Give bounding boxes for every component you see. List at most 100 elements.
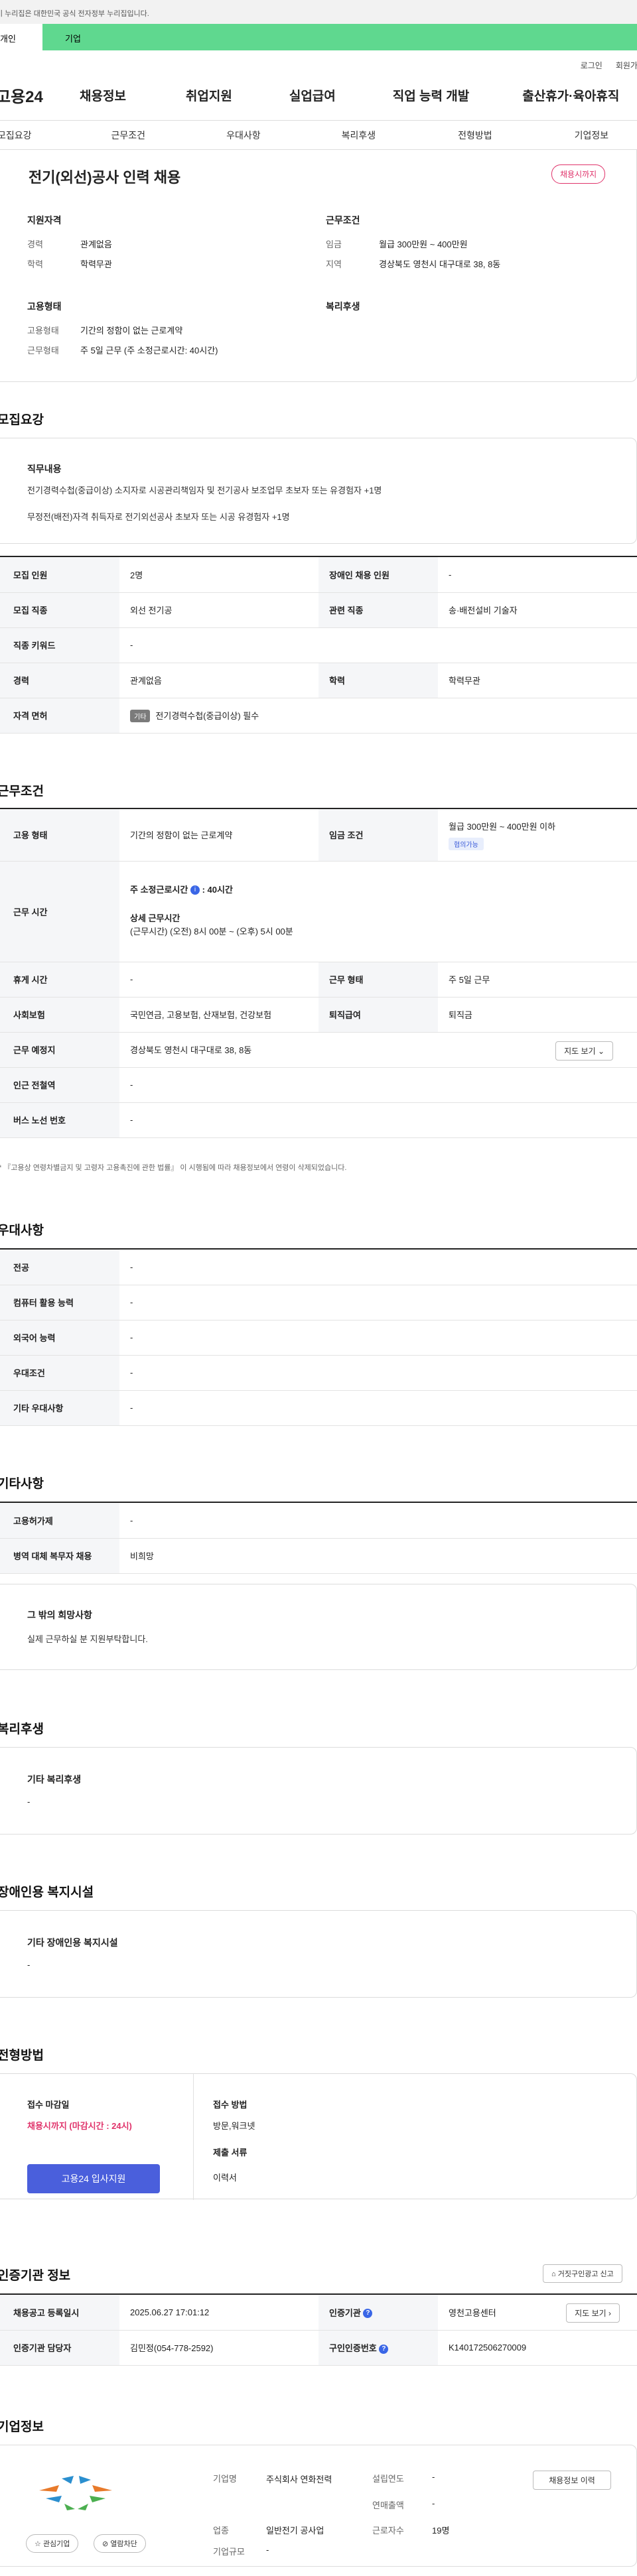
snb-recruit[interactable]: 모집요강 <box>0 129 32 142</box>
table-header: 기타 우대사항 <box>0 1390 119 1426</box>
select-box: 접수 마감일 채용시까지 (마감시간 : 24시) 고용24 입사지원 접수 방… <box>0 2073 637 2200</box>
table-cell: - <box>119 1067 637 1103</box>
work-form-label: 근무형태 <box>27 346 59 355</box>
map-button[interactable]: 지도 보기 ⌄ <box>555 1041 613 1061</box>
wage-condition-value: 월급 300만원 ~ 400만원 이하 <box>449 821 556 832</box>
work-section-title: 근무조건 <box>0 785 44 799</box>
table-header: 임금 조건 <box>318 809 438 862</box>
block-icon: ⊘ <box>102 2540 109 2548</box>
snb-benefit[interactable]: 복리후생 <box>342 129 376 142</box>
info-icon[interactable]: ? <box>363 2309 373 2319</box>
disab-section-title: 장애인용 복지시설 <box>0 1886 94 1900</box>
table-cell: K140172506270009 <box>438 2330 637 2366</box>
table-header: 전공 <box>0 1250 119 1285</box>
user-type-tabs: 개인 기업 <box>0 24 637 50</box>
table-cell: 외선 전기공 <box>119 592 318 628</box>
nav-parental-leave[interactable]: 출산휴가·육아휴직 <box>522 86 619 104</box>
table-row: 우대조건 - <box>0 1355 637 1391</box>
etc-section-title: 기타사항 <box>0 1477 44 1491</box>
table-cell: 경상북도 영천시 대구대로 38, 8동 지도 보기 ⌄ <box>119 1032 637 1068</box>
tab-company[interactable]: 기업 <box>42 24 109 50</box>
table-cell: - <box>119 1320 637 1356</box>
table-header: 고용 형태 <box>0 809 119 862</box>
table-row: 기타 우대사항 - <box>0 1390 637 1426</box>
join-link[interactable]: 회원가입 <box>616 60 637 70</box>
table-cell: - <box>119 1503 637 1539</box>
table-cell: - <box>119 962 318 998</box>
info-icon[interactable]: i <box>190 885 200 895</box>
table-cell: - <box>119 1250 637 1285</box>
star-icon: ☆ <box>35 2540 41 2548</box>
cert-label: 구인인증번호 <box>329 2343 377 2353</box>
nav-vocational-training[interactable]: 직업 능력 개발 <box>393 86 469 104</box>
table-header: 근무 형태 <box>318 962 438 998</box>
hope-value: 실제 근무하실 분 지원부탁합니다. <box>27 1634 148 1644</box>
method-label: 접수 방법 <box>213 2100 248 2110</box>
site-logo[interactable]: 고용24 <box>0 84 49 107</box>
table-header: 자격 면허 <box>0 698 119 734</box>
table-header: 인증기관 ? <box>318 2295 438 2331</box>
table-header: 구인인증번호 ? <box>318 2330 438 2366</box>
docs-label: 제출 서류 <box>213 2148 248 2157</box>
agency-map-button[interactable]: 지도 보기 › <box>566 2303 620 2323</box>
table-row: 병역 대체 복무자 채용 비희망 <box>0 1538 637 1574</box>
table-cell: - <box>119 1102 637 1138</box>
table-row: 직종 키워드 - <box>0 627 637 663</box>
login-link[interactable]: 로그인 <box>581 60 602 70</box>
hours-detail-title: 상세 근무시간 <box>130 913 180 923</box>
hiring-history-label: 채용정보 이력 <box>549 2476 595 2485</box>
home-icon: ⌂ <box>551 2270 556 2278</box>
table-row: 외국어 능력 - <box>0 1320 637 1356</box>
report-button[interactable]: ⌂ 거짓구인광고 신고 <box>543 2264 622 2283</box>
table-row: 휴게 시간 - 근무 형태 주 5일 근무 <box>0 962 637 998</box>
apply-button[interactable]: 고용24 입사지원 <box>27 2164 160 2193</box>
table-header: 모집 인원 <box>0 557 119 593</box>
table-header: 우대조건 <box>0 1355 119 1391</box>
work-location-value: 경상북도 영천시 대구대로 38, 8동 <box>130 1045 252 1055</box>
hiring-history-button[interactable]: 채용정보 이력 <box>533 2471 611 2490</box>
company-name-value: 주식회사 연화전력 <box>266 2475 332 2484</box>
table-cell: 송·배전설비 기술자 <box>438 592 637 628</box>
table-cell: 기간의 정함이 없는 근로계약 <box>119 809 318 862</box>
block-view-button[interactable]: ⊘ 열람차단 <box>94 2534 146 2553</box>
table-cell: 국민연금, 고용보험, 산재보험, 건강보험 <box>119 997 318 1033</box>
snb-pref[interactable]: 우대사항 <box>226 129 261 142</box>
favorite-company-button[interactable]: ☆ 관심기업 <box>26 2534 79 2553</box>
table-cell: 2명 <box>119 557 318 593</box>
recruit-table: 모집 인원 2명 장애인 채용 인원 - 모집 직종 외선 전기공 관련 직종 … <box>0 556 637 734</box>
table-row: 채용공고 등록일시 2025.06.27 17:01:12 인증기관 ? 영천고… <box>0 2295 637 2331</box>
nav-unemployment-benefit[interactable]: 실업급여 <box>289 86 336 104</box>
recruit-section-title: 모집요강 <box>0 413 44 427</box>
industry-value: 일반전기 공사업 <box>266 2526 324 2536</box>
apply-button-label: 고용24 입사지원 <box>61 2173 126 2184</box>
tab-personal[interactable]: 개인 <box>0 24 42 50</box>
snb-select[interactable]: 전형방법 <box>458 129 492 142</box>
info-icon[interactable]: ? <box>379 2344 389 2354</box>
deadline-label: 접수 마감일 <box>27 2100 70 2110</box>
table-row: 고용허가제 - <box>0 1503 637 1539</box>
chevron-right-icon: › <box>608 2309 611 2318</box>
nav-employment-support[interactable]: 취업지원 <box>186 86 232 104</box>
region-value: 경상북도 영천시 대구대로 38, 8동 <box>379 259 501 269</box>
table-header: 인증기관 담당자 <box>0 2330 119 2366</box>
work-table: 고용 형태 기간의 정함이 없는 근로계약 임금 조건 월급 300만원 ~ 4… <box>0 808 637 1138</box>
snb-work[interactable]: 근무조건 <box>111 129 146 142</box>
favorite-label: 관심기업 <box>42 2540 70 2548</box>
table-row: 근무 시간 주 소정근로시간 i : 40시간 상세 근무시간 (근무시간) (… <box>0 861 637 962</box>
edu-value: 학력무관 <box>80 259 112 269</box>
table-row: 컴퓨터 활용 능력 - <box>0 1285 637 1320</box>
license-value: 전기경력수첩(중급이상) 필수 <box>155 710 259 721</box>
duty-line-1: 전기경력수첩(중급이상) 소지자로 시공관리책임자 및 전기공사 보조업무 초보… <box>27 485 382 495</box>
license-tag: 기타 <box>130 709 151 722</box>
chevron-down-icon: ⌄ <box>597 1046 604 1056</box>
qual-title: 지원자격 <box>27 215 62 225</box>
hours-main-value: : 40시간 <box>202 884 233 895</box>
snb-company[interactable]: 기업정보 <box>575 129 609 142</box>
table-cell: 학력무관 <box>438 663 637 698</box>
nav-jobs[interactable]: 채용정보 <box>80 86 126 104</box>
benefit-box: 기타 복리후생 - <box>0 1747 637 1835</box>
select-section-title: 전형방법 <box>0 2049 44 2063</box>
founded-label: 설립연도 <box>372 2474 404 2484</box>
hope-box: 그 밖의 희망사항 실제 근무하실 분 지원부탁합니다. <box>0 1584 637 1670</box>
benefit-value: - <box>27 1797 31 1807</box>
